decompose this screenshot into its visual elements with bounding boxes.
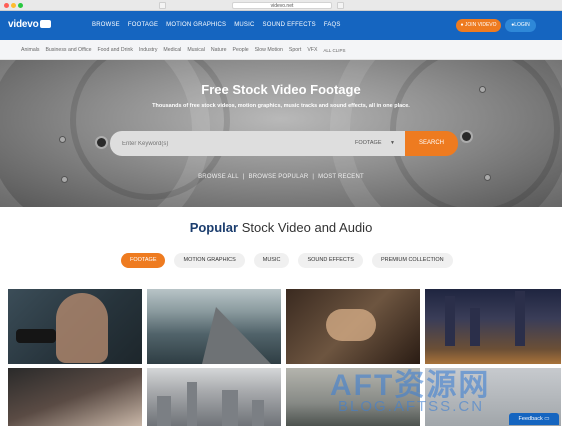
- video-thumbnail[interactable]: [8, 368, 142, 426]
- tab-music[interactable]: MUSIC: [253, 253, 290, 268]
- join-button[interactable]: ● JOIN VIDEVO: [456, 19, 501, 32]
- building-image: [222, 390, 238, 426]
- category-people[interactable]: People: [232, 47, 248, 53]
- section-title: Popular Stock Video and Audio: [0, 220, 562, 235]
- address-bar[interactable]: videvo.net: [232, 2, 332, 9]
- screw-image: [59, 136, 66, 143]
- category-business[interactable]: Business and Office: [45, 47, 91, 53]
- video-thumbnail[interactable]: [147, 368, 281, 426]
- video-thumbnail[interactable]: [147, 289, 281, 364]
- category-musical[interactable]: Musical: [187, 47, 205, 53]
- skyscraper-image: [470, 308, 480, 346]
- media-type-select[interactable]: FOOTAGE ▼: [345, 131, 405, 156]
- divider: |: [242, 174, 245, 180]
- tab-motion-graphics[interactable]: MOTION GRAPHICS: [174, 253, 245, 268]
- hero-banner: Free Stock Video Footage Thousands of fr…: [0, 60, 562, 207]
- nav-footage[interactable]: FOOTAGE: [128, 22, 158, 28]
- tab-footage[interactable]: FOOTAGE: [121, 253, 166, 268]
- watermark-url: BLOG.AFTSS.CN: [338, 398, 485, 415]
- building-image: [187, 382, 197, 426]
- search-input[interactable]: [110, 131, 345, 156]
- caret-down-icon: ▼: [390, 140, 395, 146]
- person-image: [56, 293, 108, 363]
- hero-title: Free Stock Video Footage: [201, 82, 361, 97]
- nav-faqs[interactable]: FAQS: [324, 22, 341, 28]
- road-image: [202, 307, 271, 364]
- media-filter-tabs: FOOTAGE MOTION GRAPHICS MUSIC SOUND EFFE…: [121, 253, 462, 268]
- tab-premium-collection[interactable]: PREMIUM COLLECTION: [371, 253, 453, 268]
- media-type-value: FOOTAGE: [355, 140, 382, 146]
- dumbbell-image: [16, 329, 56, 343]
- hero-links: BROWSE ALL | BROWSE POPULAR | MOST RECENT: [0, 174, 562, 180]
- browse-popular-link[interactable]: BROWSE POPULAR: [249, 174, 309, 180]
- skyscraper-image: [445, 296, 455, 346]
- category-food[interactable]: Food and Drink: [98, 47, 133, 53]
- category-animals[interactable]: Animals: [21, 47, 39, 53]
- search-button[interactable]: SEARCH: [405, 131, 458, 156]
- minimize-window-icon[interactable]: [11, 3, 16, 8]
- nav-sound-effects[interactable]: SOUND EFFECTS: [263, 22, 316, 28]
- most-recent-link[interactable]: MOST RECENT: [318, 174, 364, 180]
- feedback-label: Feedback: [518, 416, 543, 422]
- login-button[interactable]: ●LOGIN: [505, 19, 536, 32]
- section-title-rest: Stock Video and Audio: [241, 220, 373, 235]
- skyscraper-image: [515, 291, 525, 346]
- chat-icon: ▭: [544, 416, 550, 422]
- logo[interactable]: videvo: [8, 19, 52, 30]
- browser-toolbar: videvo.net: [0, 0, 562, 11]
- category-nature[interactable]: Nature: [211, 47, 227, 53]
- hero-subtitle: Thousands of free stock videos, motion g…: [152, 103, 410, 109]
- category-slow-motion[interactable]: Slow Motion: [255, 47, 283, 53]
- maximize-window-icon[interactable]: [18, 3, 23, 8]
- hands-image: [326, 309, 376, 341]
- nav-music[interactable]: MUSIC: [234, 22, 254, 28]
- building-image: [252, 400, 264, 426]
- video-thumbnail[interactable]: [425, 289, 561, 364]
- login-label: LOGIN: [514, 22, 530, 28]
- category-sport[interactable]: Sport: [289, 47, 301, 53]
- sidebar-toggle-icon[interactable]: [159, 2, 166, 9]
- section-title-highlight: Popular: [189, 220, 239, 235]
- category-industry[interactable]: Industry: [139, 47, 157, 53]
- category-bar: Animals Business and Office Food and Dri…: [0, 40, 562, 60]
- search-bar: FOOTAGE ▼ SEARCH: [110, 131, 458, 156]
- video-thumbnail[interactable]: [8, 289, 142, 364]
- logo-text: videvo: [8, 19, 39, 30]
- reel-hub-image: [462, 132, 471, 141]
- join-label: JOIN VIDEVO: [464, 22, 497, 28]
- feedback-tab[interactable]: Feedback ▭: [509, 413, 559, 425]
- category-all-clips[interactable]: ALL CLIPS: [323, 48, 345, 53]
- divider: |: [312, 174, 315, 180]
- top-navigation: videvo BROWSE FOOTAGE MOTION GRAPHICS MU…: [0, 11, 562, 40]
- reload-icon[interactable]: [337, 2, 344, 9]
- close-window-icon[interactable]: [4, 3, 9, 8]
- main-menu: BROWSE FOOTAGE MOTION GRAPHICS MUSIC SOU…: [92, 22, 349, 28]
- browse-all-link[interactable]: BROWSE ALL: [198, 174, 239, 180]
- tab-sound-effects[interactable]: SOUND EFFECTS: [298, 253, 363, 268]
- nav-browse[interactable]: BROWSE: [92, 22, 120, 28]
- building-image: [157, 396, 171, 426]
- reel-hub-image: [97, 138, 106, 147]
- camera-icon: [40, 20, 52, 28]
- category-vfx[interactable]: VFX: [307, 47, 317, 53]
- video-thumbnail[interactable]: [286, 289, 420, 364]
- nav-motion-graphics[interactable]: MOTION GRAPHICS: [166, 22, 226, 28]
- category-medical[interactable]: Medical: [163, 47, 181, 53]
